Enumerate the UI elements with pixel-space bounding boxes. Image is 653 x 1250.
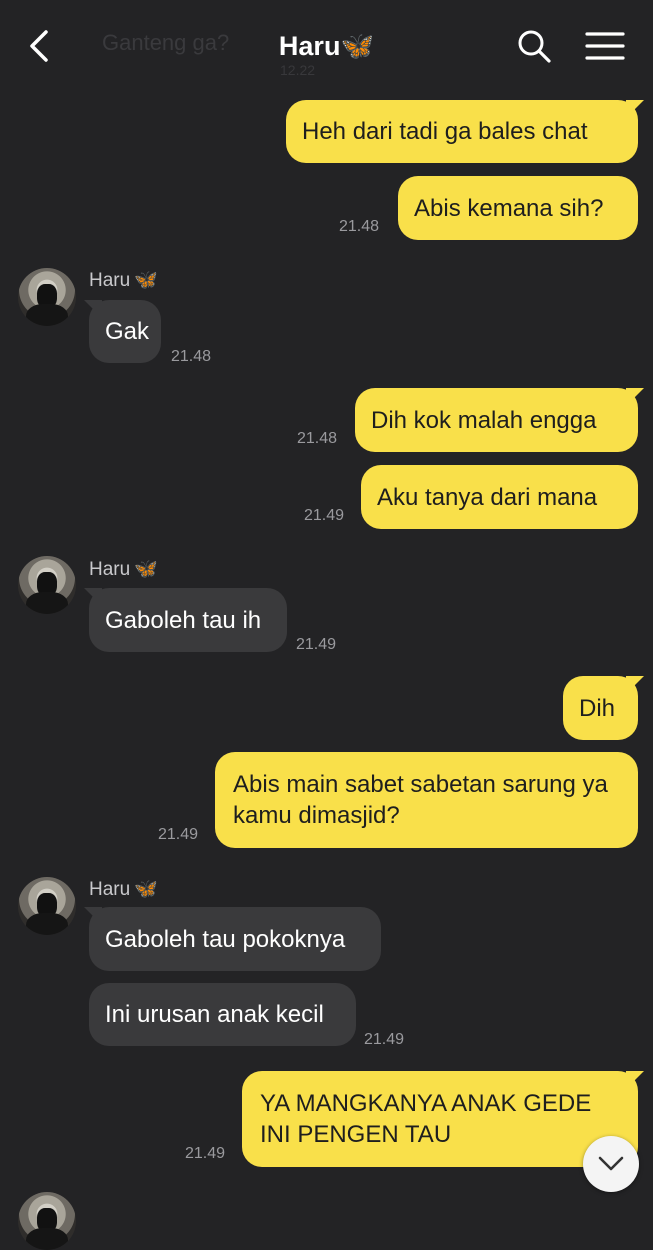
hamburger-menu-icon xyxy=(585,32,625,60)
message-time: 21.49 xyxy=(364,1031,405,1048)
message-time: 21.49 xyxy=(158,826,199,843)
message-text: Dih kok malah engga xyxy=(371,406,597,434)
message-time: 21.48 xyxy=(297,430,338,447)
message-text: Heh dari tadi ga bales chat xyxy=(302,118,588,145)
outgoing-message[interactable]: YA MANGKANYA ANAK GEDE INI PENGEN TAU xyxy=(242,1071,638,1167)
contact-avatar[interactable] xyxy=(18,268,76,326)
message-text: Gaboleh tau ih xyxy=(105,606,262,634)
search-icon xyxy=(518,30,551,63)
chat-header: Ganteng ga? 12.22 Haru🦋 xyxy=(0,0,653,92)
message-text: Gaboleh tau pokoknya xyxy=(105,925,346,953)
message-text: YA MANGKANYA ANAK GEDE INI PENGEN TAU xyxy=(260,1090,592,1148)
butterfly-icon: 🦋 xyxy=(340,31,375,61)
incoming-message[interactable]: Ini urusan anak kecil xyxy=(89,983,356,1046)
scroll-to-bottom-button[interactable] xyxy=(583,1136,639,1192)
message-time: 21.48 xyxy=(339,218,380,235)
butterfly-icon: 🦋 xyxy=(134,879,158,900)
chevron-down-icon xyxy=(598,1156,624,1171)
outgoing-message[interactable]: Aku tanya dari mana xyxy=(361,465,638,529)
message-text: Ini urusan anak kecil xyxy=(105,1001,324,1028)
contact-name: Haru 🦋 xyxy=(89,270,158,291)
contact-name: Haru 🦋 xyxy=(89,879,158,900)
incoming-message[interactable]: Gaboleh tau ih xyxy=(89,588,287,652)
message-text: Dih xyxy=(579,694,616,722)
search-button[interactable] xyxy=(514,26,554,66)
chat-title-name: Haru xyxy=(278,31,341,61)
message-text: Abis kemana sih? xyxy=(414,194,604,222)
message-time: 21.49 xyxy=(185,1145,226,1162)
outgoing-message[interactable]: Heh dari tadi ga bales chat xyxy=(286,100,638,163)
outgoing-message[interactable]: Abis kemana sih? xyxy=(398,176,638,240)
ghost-message-time: 12.22 xyxy=(280,62,316,78)
butterfly-icon: 🦋 xyxy=(134,270,158,291)
outgoing-message[interactable]: Abis main sabet sabetan sarung ya kamu d… xyxy=(215,752,638,848)
chat-title: Haru🦋 xyxy=(0,30,653,62)
butterfly-icon: 🦋 xyxy=(134,559,158,580)
message-time: 21.49 xyxy=(304,507,345,524)
incoming-message[interactable]: Gaboleh tau pokoknya xyxy=(89,907,381,971)
contact-avatar[interactable] xyxy=(18,877,76,935)
message-text: Gak xyxy=(105,318,150,345)
menu-button[interactable] xyxy=(584,28,626,64)
message-text: Aku tanya dari mana xyxy=(377,483,598,511)
message-time: 21.49 xyxy=(296,636,337,653)
outgoing-message[interactable]: Dih kok malah engga xyxy=(355,388,638,452)
contact-avatar[interactable] xyxy=(18,1192,76,1250)
message-time: 21.48 xyxy=(171,348,212,365)
contact-name: Haru 🦋 xyxy=(89,559,158,580)
message-text: Abis main sabet sabetan sarung ya kamu d… xyxy=(233,771,608,829)
contact-avatar[interactable] xyxy=(18,556,76,614)
